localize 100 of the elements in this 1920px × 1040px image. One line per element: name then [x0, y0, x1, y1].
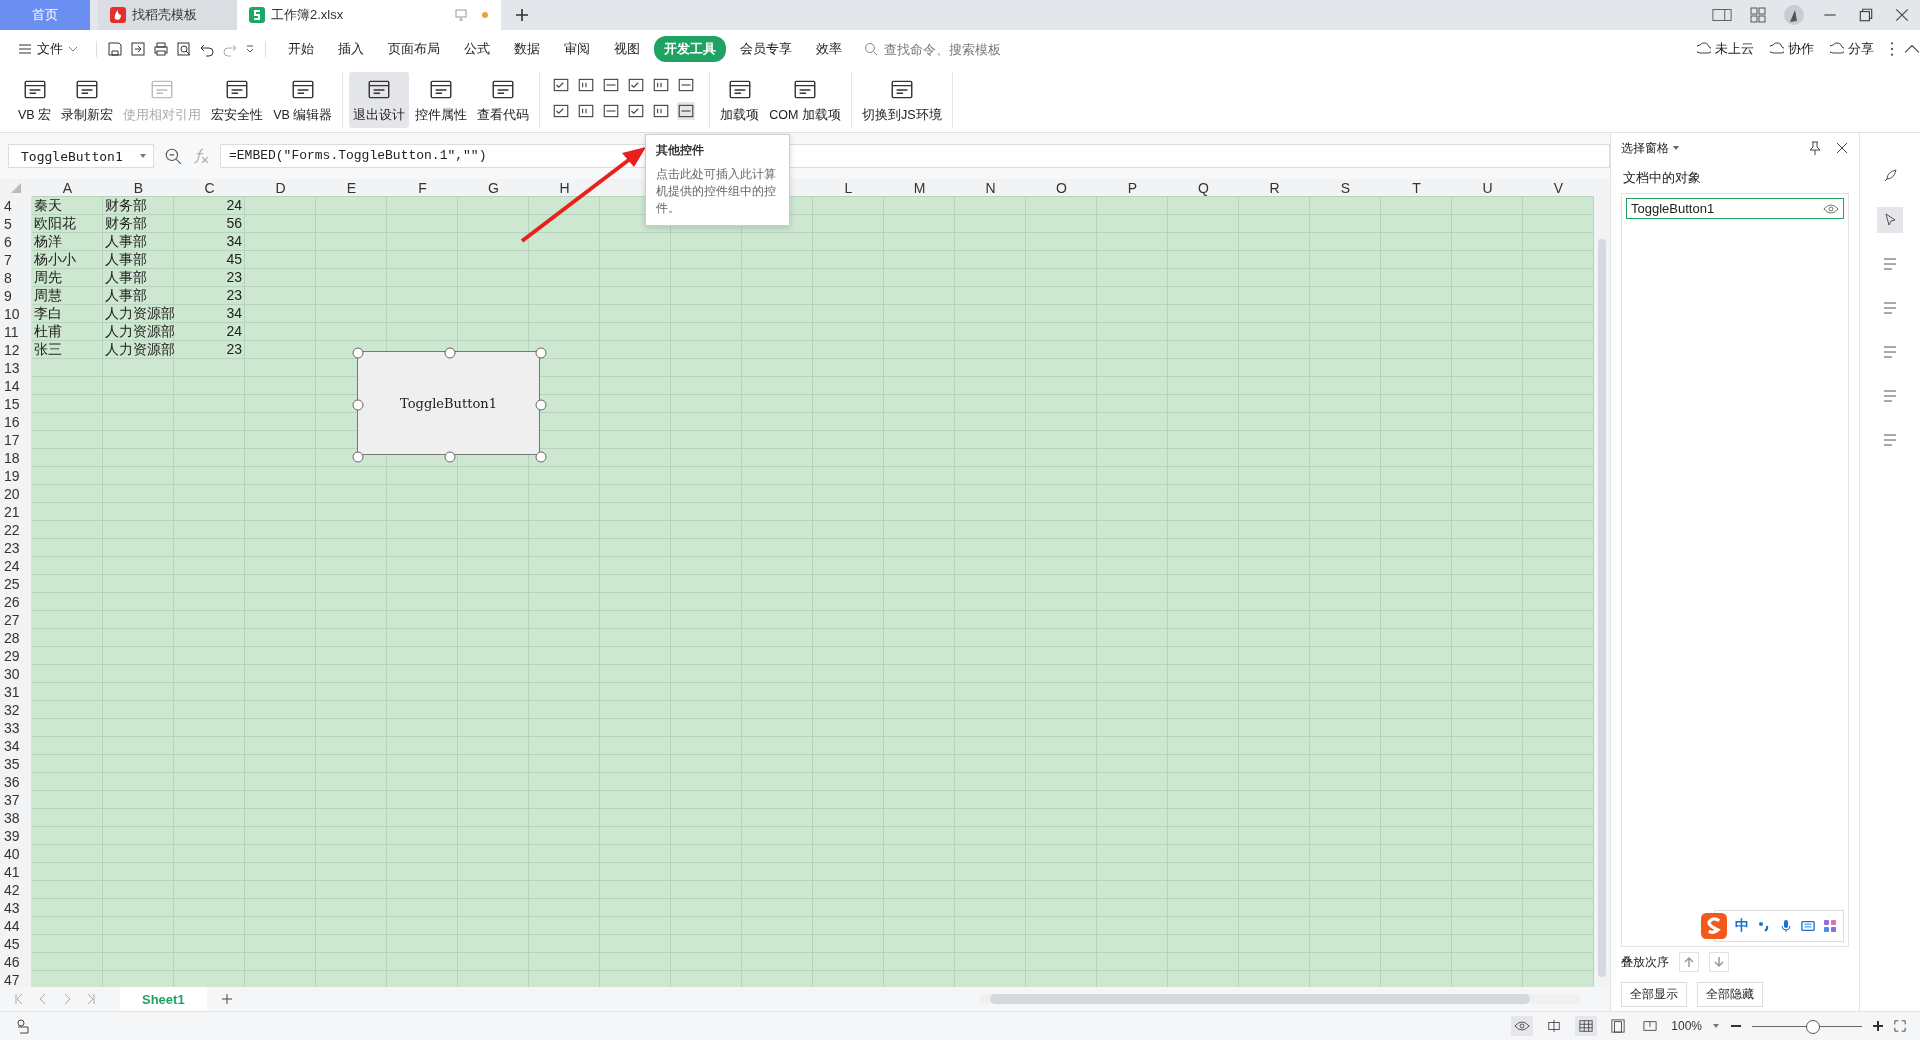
toolbar-button[interactable]: 分享 [1824, 40, 1880, 58]
row-number[interactable]: 40 [4, 846, 20, 862]
row-number[interactable]: 26 [4, 594, 20, 610]
row-number[interactable]: 13 [4, 360, 20, 376]
input-method-icon[interactable] [1701, 913, 1728, 939]
avatar-icon[interactable] [1784, 5, 1804, 25]
apps-icon[interactable] [1823, 919, 1838, 933]
resize-handle[interactable] [535, 347, 547, 359]
form-control-icon[interactable] [552, 76, 571, 94]
resize-handle[interactable] [535, 399, 547, 411]
save-icon[interactable] [107, 41, 123, 57]
search-field[interactable]: 查找命令、搜索模板 [864, 40, 1036, 58]
column-header[interactable]: P [1127, 180, 1138, 196]
row-number[interactable]: 19 [4, 468, 20, 484]
ribbon-button[interactable]: 退出设计 [349, 72, 410, 128]
row-number[interactable]: 36 [4, 774, 20, 790]
row-number[interactable]: 28 [4, 630, 20, 646]
column-header[interactable]: F [418, 180, 427, 196]
row-number[interactable]: 41 [4, 864, 20, 880]
microphone-icon[interactable] [1779, 919, 1794, 933]
row-number[interactable]: 5 [4, 216, 12, 232]
fullscreen-icon[interactable] [1894, 1020, 1906, 1032]
resize-handle[interactable] [352, 451, 364, 463]
zoom-in-icon[interactable] [1872, 1020, 1884, 1032]
caret-icon[interactable] [1672, 145, 1680, 151]
row-number[interactable]: 6 [4, 234, 12, 250]
column-header[interactable]: G [488, 180, 499, 196]
resize-handle[interactable] [443, 451, 456, 463]
macro-icon[interactable] [14, 1017, 32, 1035]
row-number[interactable]: 34 [4, 738, 20, 754]
row-number[interactable]: 11 [4, 324, 19, 340]
scrollbar[interactable] [1594, 179, 1610, 987]
form-control-icon[interactable] [602, 76, 621, 94]
column-header[interactable]: U [1482, 180, 1493, 196]
preview-icon[interactable] [176, 41, 192, 57]
ribbon-button[interactable]: VB 宏 [14, 72, 56, 128]
form-control-icon[interactable] [652, 102, 671, 120]
ribbon-button[interactable]: 控件属性 [411, 72, 472, 128]
pane-button[interactable]: 全部隐藏 [1697, 981, 1763, 1007]
row-number[interactable]: 29 [4, 648, 20, 664]
name-box[interactable]: ToggleButton1 [8, 144, 154, 168]
close-icon[interactable] [1835, 141, 1850, 155]
row-number[interactable]: 14 [4, 378, 20, 394]
column-header[interactable]: L [844, 180, 853, 196]
ribbon-button[interactable]: 加载项 [716, 72, 764, 128]
form-control-icon[interactable] [627, 76, 646, 94]
row-number[interactable]: 4 [4, 198, 12, 214]
row-number[interactable]: 32 [4, 702, 20, 718]
row-number[interactable]: 15 [4, 396, 20, 412]
row-number[interactable]: 18 [4, 450, 20, 466]
form-control-icon[interactable] [677, 102, 696, 120]
column-header[interactable]: T [1412, 180, 1421, 196]
column-header[interactable]: M [913, 180, 926, 196]
row-number[interactable]: 30 [4, 666, 20, 682]
row-number[interactable]: 37 [4, 792, 20, 808]
row-number[interactable]: 24 [4, 558, 20, 574]
column-header[interactable]: D [275, 180, 286, 196]
form-control-icon[interactable] [552, 102, 571, 120]
resize-handle[interactable] [352, 399, 364, 411]
row-number[interactable]: 27 [4, 612, 20, 628]
column-header[interactable]: H [559, 180, 570, 196]
eye-icon[interactable] [1823, 202, 1840, 215]
row-number[interactable]: 25 [4, 576, 20, 592]
document-tab[interactable]: 找稻壳模板 [98, 0, 237, 30]
row-number[interactable]: 21 [4, 504, 20, 520]
pane-button[interactable]: 全部显示 [1621, 981, 1687, 1007]
row-number[interactable]: 46 [4, 954, 20, 970]
row-number[interactable]: 33 [4, 720, 20, 736]
toggle-button[interactable]: ToggleButton1 [357, 351, 540, 455]
form-control-icon[interactable] [627, 102, 646, 120]
new-tab-icon[interactable] [515, 8, 529, 22]
column-header[interactable]: B [133, 180, 144, 196]
row-number[interactable]: 42 [4, 882, 20, 898]
side-tool-icon[interactable] [1877, 207, 1904, 233]
column-header[interactable]: S [1340, 180, 1351, 196]
row-number[interactable]: 38 [4, 810, 20, 826]
column-header[interactable]: O [1056, 180, 1067, 196]
zoom-level[interactable]: 100% [1671, 1019, 1702, 1033]
normal-view-icon[interactable] [1575, 1016, 1598, 1036]
move-up-icon[interactable] [1679, 952, 1699, 972]
pin-icon[interactable] [1808, 141, 1823, 155]
keyboard-icon[interactable] [1801, 919, 1816, 933]
row-number[interactable]: 22 [4, 522, 20, 538]
row-number[interactable]: 35 [4, 756, 20, 772]
layout-icon[interactable] [1712, 7, 1732, 23]
scrollbar[interactable] [980, 994, 1580, 1004]
row-number[interactable]: 47 [4, 972, 20, 988]
row-number[interactable]: 23 [4, 540, 20, 556]
row-number[interactable]: 44 [4, 918, 20, 934]
ribbon-tab[interactable]: 数据 [504, 36, 550, 62]
ribbon-button[interactable]: VB 编辑器 [269, 72, 337, 128]
zoom-icon[interactable] [164, 147, 182, 165]
toolbar-button[interactable]: 未上云 [1691, 40, 1760, 58]
resize-handle[interactable] [535, 451, 547, 463]
form-control-icon[interactable] [577, 76, 596, 94]
object-item[interactable]: ToggleButton1 [1626, 198, 1845, 219]
ribbon-button[interactable]: 查看代码 [473, 72, 534, 128]
print-icon[interactable] [153, 41, 169, 57]
ribbon-tab[interactable]: 会员专享 [730, 36, 802, 62]
grid-icon[interactable] [1748, 7, 1768, 23]
